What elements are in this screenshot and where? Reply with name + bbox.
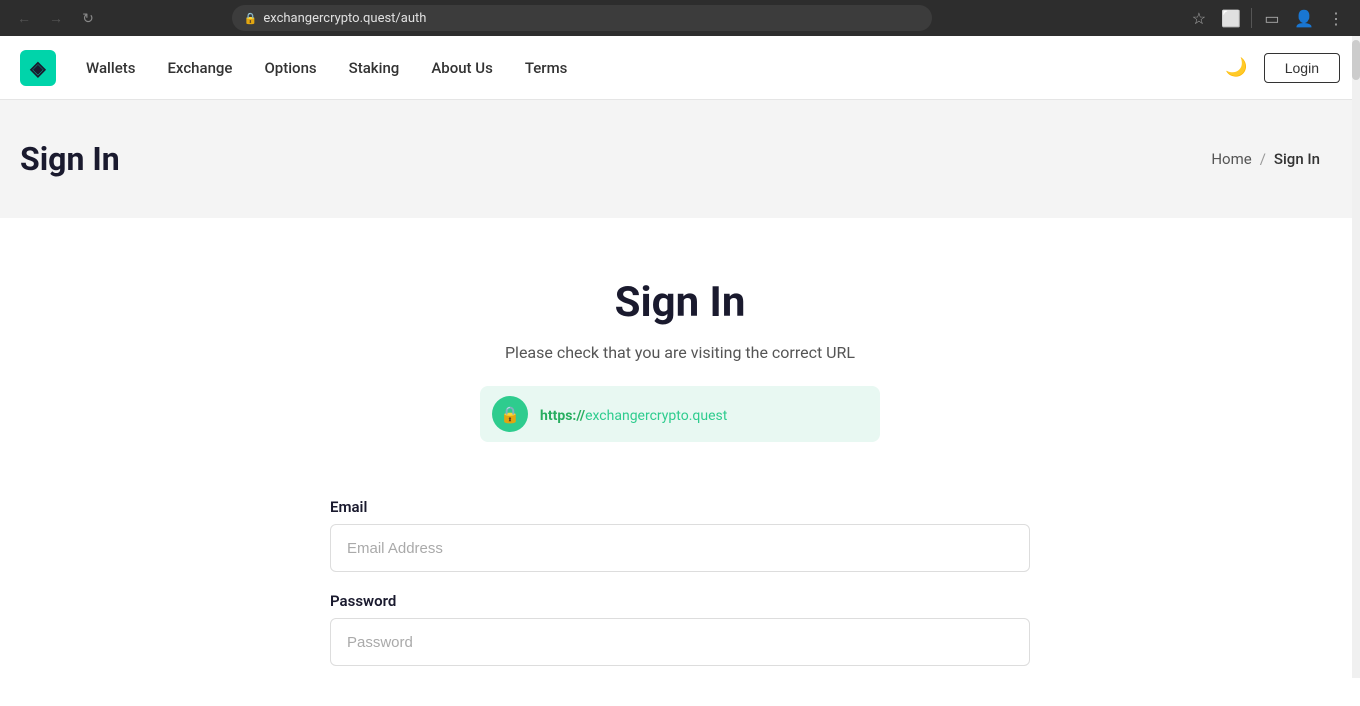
url-verify-box: 🔒 https://exchangercrypto.quest <box>480 386 880 442</box>
reload-button[interactable]: ↻ <box>76 6 100 30</box>
lock-icon: 🔒 <box>500 405 520 424</box>
url-display-text: https://exchangercrypto.quest <box>540 405 727 424</box>
browser-toolbar-right: ☆ ⬜ ▭ 👤 ⋮ <box>1187 6 1348 30</box>
navbar-right: 🌙 Login <box>1225 53 1340 83</box>
logo[interactable]: ◈ <box>20 50 56 86</box>
signin-subtitle: Please check that you are visiting the c… <box>505 343 855 362</box>
page-title: Sign In <box>20 140 120 178</box>
signin-form: Email Password <box>330 478 1030 666</box>
breadcrumb-separator: / <box>1260 150 1266 168</box>
nav-staking[interactable]: Staking <box>349 59 400 77</box>
nav-exchange[interactable]: Exchange <box>167 59 232 77</box>
address-bar[interactable]: 🔒 exchangercrypto.quest/auth <box>232 5 932 31</box>
scrollbar[interactable] <box>1352 36 1360 678</box>
breadcrumb-home[interactable]: Home <box>1211 150 1251 168</box>
email-input[interactable] <box>330 524 1030 572</box>
url-display: exchangercrypto.quest/auth <box>263 11 426 26</box>
extensions-icon[interactable]: ⬜ <box>1219 6 1243 30</box>
login-button[interactable]: Login <box>1264 53 1340 83</box>
navbar: ◈ Wallets Exchange Options Staking About… <box>0 36 1360 100</box>
breadcrumb: Home / Sign In <box>1211 150 1320 168</box>
signin-heading: Sign In <box>615 278 746 327</box>
bookmark-icon[interactable]: ☆ <box>1187 6 1211 30</box>
nav-wallets[interactable]: Wallets <box>86 59 135 77</box>
theme-toggle-button[interactable]: 🌙 <box>1225 57 1247 78</box>
url-lock-circle: 🔒 <box>492 396 528 432</box>
ssl-lock-icon: 🔒 <box>244 12 258 25</box>
toolbar-divider <box>1251 8 1252 28</box>
logo-icon: ◈ <box>30 58 45 78</box>
nav-about[interactable]: About Us <box>431 59 493 77</box>
nav-options[interactable]: Options <box>264 59 316 77</box>
menu-icon[interactable]: ⋮ <box>1324 6 1348 30</box>
main-content: Sign In Please check that you are visiti… <box>0 218 1360 706</box>
page-header: Sign In Home / Sign In <box>0 100 1360 218</box>
browser-chrome: ← → ↻ 🔒 exchangercrypto.quest/auth ☆ ⬜ ▭… <box>0 0 1360 36</box>
back-button[interactable]: ← <box>12 6 36 30</box>
breadcrumb-current: Sign In <box>1274 150 1320 168</box>
nav-links: Wallets Exchange Options Staking About U… <box>86 59 1225 77</box>
scrollbar-thumb[interactable] <box>1352 40 1360 80</box>
password-input[interactable] <box>330 618 1030 666</box>
profile-icon[interactable]: 👤 <box>1292 6 1316 30</box>
nav-terms[interactable]: Terms <box>525 59 568 77</box>
sidebar-icon[interactable]: ▭ <box>1260 6 1284 30</box>
email-label: Email <box>330 498 1030 516</box>
password-label: Password <box>330 592 1030 610</box>
forward-button[interactable]: → <box>44 6 68 30</box>
